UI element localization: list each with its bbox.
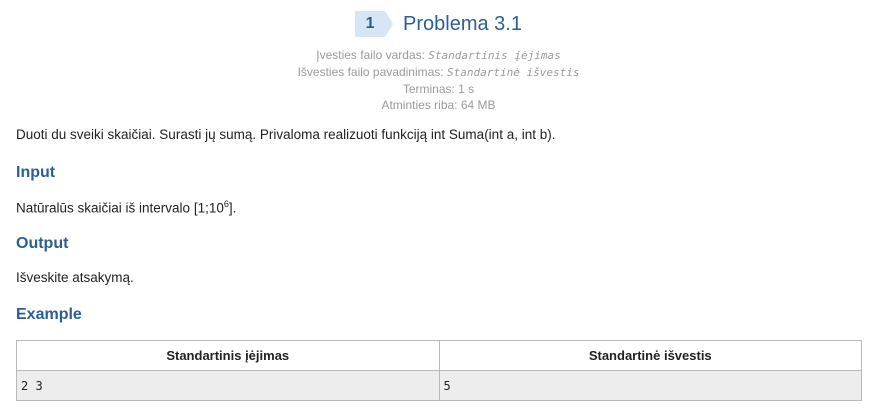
input-file-line: Įvesties failo vardas: Standartinis įėji… — [0, 47, 877, 64]
example-table: Standartinis įėjimas Standartinė išvesti… — [16, 340, 862, 401]
time-limit: Terminas: 1 s — [402, 82, 475, 96]
output-file-value: Standartinė išvestis — [446, 66, 580, 79]
problem-title: Problema 3.1 — [403, 12, 522, 35]
table-row: 2 3 5 — [16, 370, 862, 401]
example-table-header-row: Standartinis įėjimas Standartinė išvesti… — [16, 340, 862, 371]
output-description: Išveskite atsakymą. — [16, 270, 134, 285]
title-row: 1 Problema 3.1 — [0, 9, 877, 39]
output-file-line: Išvesties failo pavadinimas: Standartinė… — [0, 64, 877, 81]
problem-number-badge-wrap: 1 — [355, 11, 394, 37]
memory-limit: Atminties riba: 64 MB — [381, 98, 496, 112]
problem-number-badge: 1 — [355, 11, 394, 37]
input-file-value: Standartinis įėjimas — [428, 49, 561, 62]
input-text-prefix: Natūralūs skaičiai iš intervalo [1;10 — [16, 200, 224, 216]
column-header-output: Standartinė išvestis — [438, 340, 862, 371]
problem-meta: Įvesties failo vardas: Standartinis įėji… — [0, 47, 877, 113]
column-header-input: Standartinis įėjimas — [16, 340, 440, 371]
input-heading: Input — [16, 164, 56, 181]
problem-statement-block: Duoti du sveiki skaičiai. Surasti jų sum… — [16, 127, 862, 142]
input-description: Natūralūs skaičiai iš intervalo [1;106]. — [16, 199, 236, 216]
problem-statement: Duoti du sveiki skaičiai. Surasti jų sum… — [16, 127, 556, 142]
example-input-cell[interactable]: 2 3 — [16, 370, 440, 401]
problem-header: 1 Problema 3.1 Įvesties failo vardas: St… — [0, 9, 877, 113]
input-text-suffix: ]. — [228, 200, 237, 216]
output-file-label: Išvesties failo pavadinimas: — [297, 65, 444, 79]
output-heading: Output — [16, 235, 69, 252]
input-file-label: Įvesties failo vardas: — [316, 48, 425, 62]
example-heading: Example — [16, 306, 82, 323]
example-output-cell[interactable]: 5 — [438, 370, 862, 401]
